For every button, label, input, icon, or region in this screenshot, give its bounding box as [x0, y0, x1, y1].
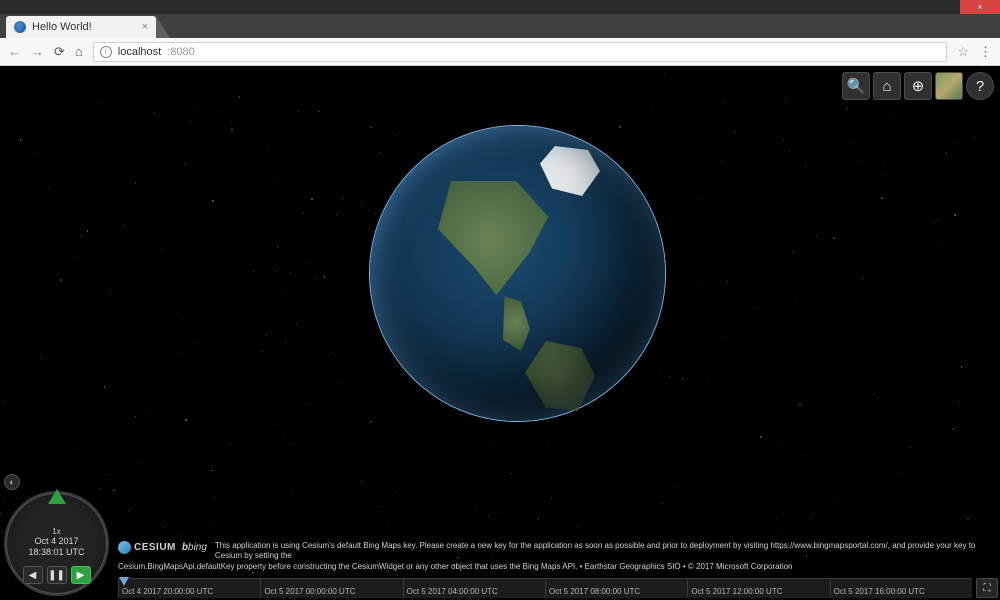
clock-date: Oct 4 2017 [28, 536, 84, 547]
animation-widget: 1x Oct 4 2017 18:38:01 UTC ◀ ❚❚ ▶ [4, 491, 109, 596]
window-title-bar: × [0, 0, 1000, 14]
browser-menu-button[interactable]: ⋮ [979, 44, 992, 60]
url-host: localhost [118, 46, 161, 58]
address-bar[interactable]: i localhost :8080 [93, 42, 948, 62]
geocoder-search-button[interactable]: 🔍 [842, 72, 870, 100]
viewer-toolbar: 🔍 ⌂ ⊕ ? [842, 72, 994, 100]
window-close-button[interactable]: × [960, 0, 1000, 14]
landmass-central-america [500, 296, 530, 351]
timeline-tick: Oct 5 2017 00:00:00 UTC [260, 579, 402, 598]
play-controls: ◀ ❚❚ ▶ [23, 566, 91, 584]
url-port: :8080 [167, 46, 195, 58]
cesium-logo-icon [118, 541, 131, 554]
home-view-button[interactable]: ⌂ [873, 72, 901, 100]
fullscreen-button[interactable]: ⛶ [976, 578, 998, 598]
home-button[interactable]: ⌂ [75, 44, 83, 59]
credits-bar: CESIUM bbing This application is using C… [118, 541, 990, 572]
bing-logo: bbing [182, 541, 207, 554]
animation-knob[interactable]: ◐ [4, 474, 20, 490]
tab-favicon-icon [14, 21, 26, 33]
forward-button[interactable]: → [31, 44, 44, 59]
reload-button[interactable]: ⟳ [54, 44, 65, 60]
cesium-viewer[interactable]: 🔍 ⌂ ⊕ ? ◐ 1x Oct 4 2017 18:38:01 UTC ◀ ❚… [0, 66, 1000, 600]
timeline-tick: Oct 4 2017 20:00:00 UTC [118, 579, 260, 598]
timeline-tick: Oct 5 2017 04:00:00 UTC [403, 579, 545, 598]
play-forward-button[interactable]: ▶ [71, 566, 91, 584]
shuttle-ring-pointer[interactable] [48, 489, 66, 504]
cesium-logo: CESIUM [118, 541, 176, 554]
site-info-icon[interactable]: i [100, 46, 112, 58]
clock-time: 18:38:01 UTC [28, 547, 84, 558]
credits-line1: This application is using Cesium's defau… [215, 541, 975, 560]
landmass-greenland [540, 146, 600, 196]
pause-button[interactable]: ❚❚ [47, 566, 67, 584]
landmass-south-america [525, 341, 595, 411]
credits-line2: Cesium.BingMapsApi.defaultKey property b… [118, 562, 793, 571]
timeline-tick: Oct 5 2017 12:00:00 UTC [687, 579, 829, 598]
play-reverse-button[interactable]: ◀ [23, 566, 43, 584]
cesium-logo-text: CESIUM [134, 541, 176, 554]
base-layer-picker-button[interactable] [935, 72, 963, 100]
timeline-tick: Oct 5 2017 16:00:00 UTC [830, 579, 972, 598]
clock-readout: 1x Oct 4 2017 18:38:01 UTC [28, 527, 84, 558]
clock-multiplier: 1x [28, 527, 84, 537]
timeline-tick: Oct 5 2017 08:00:00 UTC [545, 579, 687, 598]
nav-help-button[interactable]: ? [966, 72, 994, 100]
browser-tab[interactable]: Hello World! × [6, 16, 156, 38]
tab-title: Hello World! [32, 21, 92, 33]
back-button[interactable]: ← [8, 44, 21, 59]
timeline-ticks: Oct 4 2017 20:00:00 UTCOct 5 2017 00:00:… [118, 579, 972, 598]
landmass-north-america [425, 181, 555, 301]
new-tab-affordance[interactable] [156, 16, 170, 38]
scene-mode-button[interactable]: ⊕ [904, 72, 932, 100]
bookmark-star-icon[interactable]: ☆ [957, 44, 969, 60]
browser-nav-bar: ← → ⟳ ⌂ i localhost :8080 ☆ ⋮ [0, 38, 1000, 66]
browser-tab-strip: Hello World! × [0, 14, 1000, 38]
globe[interactable] [370, 126, 665, 421]
tab-close-button[interactable]: × [142, 21, 148, 33]
timeline[interactable]: Oct 4 2017 20:00:00 UTCOct 5 2017 00:00:… [118, 578, 972, 598]
